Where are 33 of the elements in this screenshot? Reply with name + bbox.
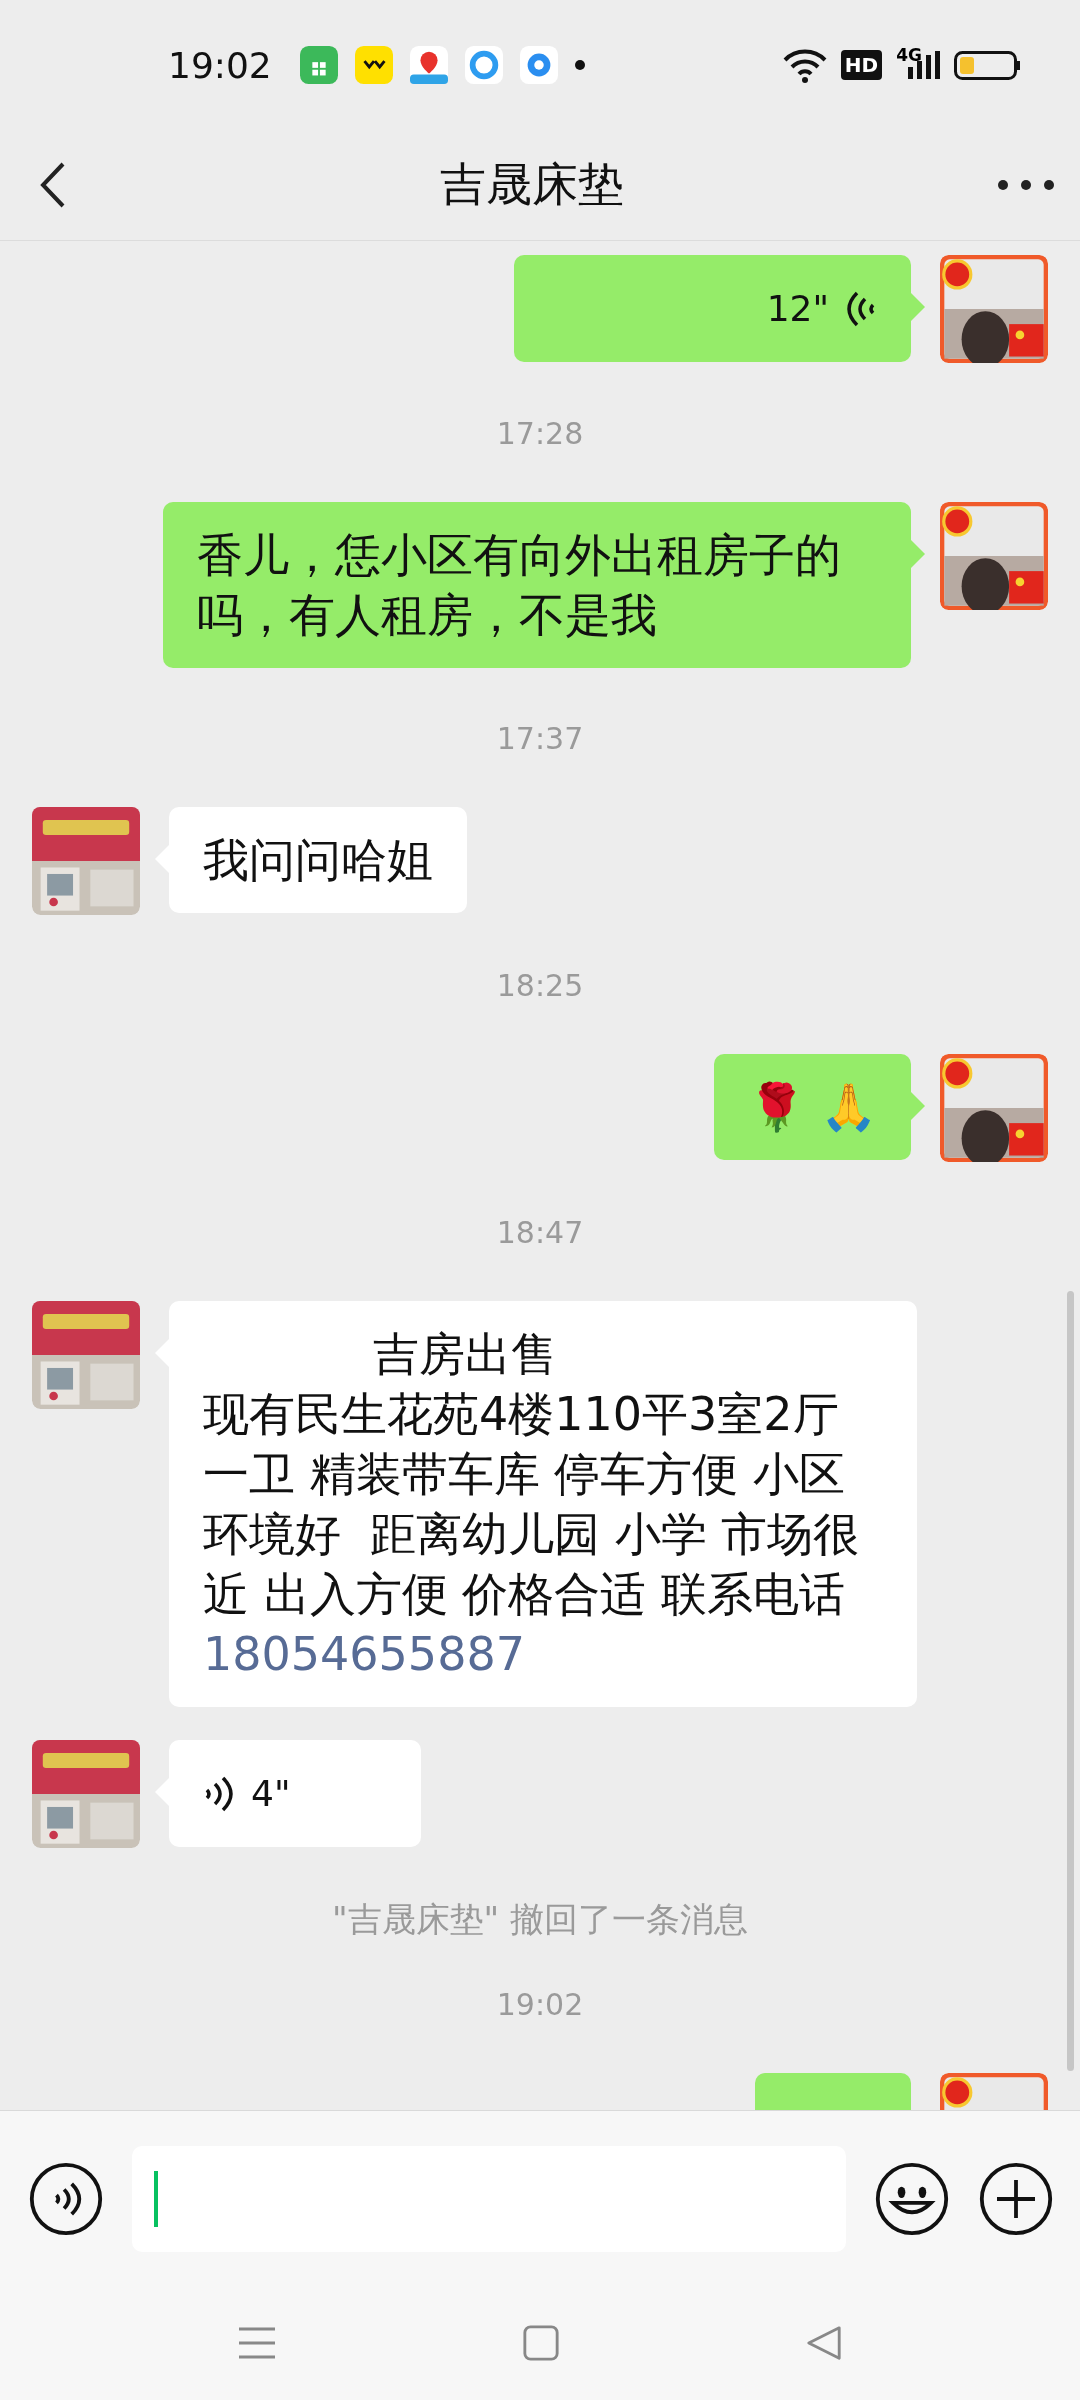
chat-title: 吉晟床垫 (439, 156, 625, 213)
back-triangle-icon[interactable] (805, 2324, 843, 2362)
voice-input-icon[interactable] (28, 2160, 104, 2237)
message-text: 现有民生花苑4楼110平3室2厅一卫 精装带车库 停车方便 小区环境好 距离幼儿园 小学 市场很近 出入方便 价格合适 联系电话 (203, 1387, 860, 1621)
emoji-icon[interactable] (874, 2160, 950, 2237)
plus-icon[interactable] (978, 2160, 1054, 2237)
app-notification-icon (519, 46, 558, 84)
app-notification-icon (464, 46, 503, 84)
more-notifications-icon (574, 60, 585, 70)
phone-link[interactable]: 18054655887 (203, 1627, 525, 1681)
app-notification-icon (354, 46, 393, 84)
home-icon[interactable] (522, 2324, 560, 2362)
battery-icon (954, 50, 1020, 80)
timestamp: 18:47 (496, 1215, 584, 1250)
clock: 19:02 (168, 44, 272, 86)
message-input-field[interactable] (132, 2145, 846, 2252)
network-label: 4G (896, 45, 922, 65)
hd-badge: HD (840, 50, 883, 80)
app-notification-icon (409, 46, 448, 84)
voice-wave-icon (847, 290, 877, 327)
recall-notice: "吉晟床垫" 撤回了一条消息 (331, 1899, 749, 1939)
message-text: 香儿，恁小区有向外出租房子的吗，有人租房，不是我 (197, 528, 841, 642)
message-text: 🌹 🙏 (748, 1080, 877, 1134)
message-text: 我问问哈姐 (203, 833, 433, 887)
more-icon[interactable] (996, 178, 1056, 192)
message-heading: 吉房出售 (373, 1327, 557, 1381)
timestamp: 19:02 (496, 1987, 584, 2022)
timestamp: 17:28 (496, 416, 584, 451)
timestamp: 18:25 (496, 968, 584, 1003)
app-notification-icon (299, 46, 338, 84)
voice-wave-icon (203, 1775, 233, 1812)
timestamp: 17:37 (496, 721, 584, 756)
menu-icon[interactable] (237, 2325, 277, 2361)
